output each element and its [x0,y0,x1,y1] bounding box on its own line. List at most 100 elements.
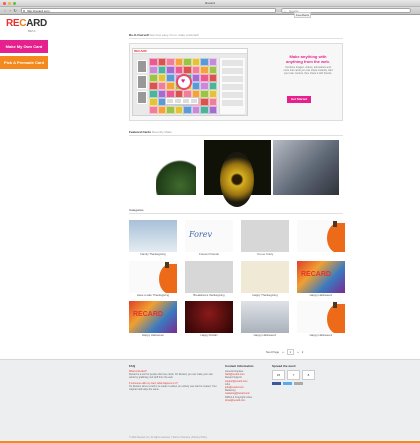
category-thumbnail[interactable]: RECARD [297,260,345,293]
share-buttons [272,382,322,385]
editor-side-panel [219,58,245,114]
category-art-text: RECARD [301,270,331,278]
categories-label: Categories [129,208,144,212]
category-thumbnail[interactable]: RECARD [129,301,177,333]
back-icon[interactable]: ‹ [3,9,7,13]
mosaic-tile [174,106,183,114]
facebook-share-button[interactable] [272,382,281,385]
divider [129,213,343,214]
mosaic-tile [166,74,175,82]
mosaic-tile [200,66,209,74]
share-column: Spread the word 15 7 8 [272,364,322,385]
feedback-button[interactable]: Feedback [294,12,311,18]
next-page-button[interactable]: » [297,350,299,354]
mosaic-tile [166,106,175,114]
facebook-count: 15 [272,370,285,380]
card-thumbnails [137,60,147,104]
editor-logo: RECARD [133,49,247,54]
mosaic-tile [191,66,200,74]
category-art-text: RECARD [133,311,163,318]
search-icon: ⌕ [284,9,286,13]
get-started-button[interactable]: Get Started [287,96,311,103]
category-card[interactable]: Happy Halloween! [297,301,345,338]
mosaic-tile [200,106,209,114]
category-card[interactable]: Happy Diwali! [185,301,233,338]
reload-icon[interactable]: ↻ [13,9,17,13]
featured-label: Featured Cards Recently Made [129,130,172,134]
pumpkin-image [159,261,177,293]
mosaic-tile [208,106,217,114]
category-thumbnail[interactable] [129,260,177,293]
category-card[interactable]: Forev Forever Friends [185,220,233,257]
featured-card-eye[interactable] [204,140,271,207]
beta-tag: BETA [28,29,36,33]
contact-column: Contact Information General Inquiries he… [225,364,275,402]
prev-page-button[interactable]: « [282,350,284,354]
faq-answer: On Recard, when a card is re-made or edi… [129,384,217,392]
category-card[interactable]: Family Thanksgiving [129,220,177,257]
hero-text: Combine images, videos, animations and m… [283,66,333,75]
current-page[interactable]: 1 [286,349,295,355]
category-thumbnail[interactable] [241,220,289,252]
mosaic-tile [149,82,158,90]
mosaic-tile [191,74,200,82]
category-thumbnail[interactable] [129,220,177,252]
featured-card-cat[interactable] [273,140,339,195]
category-thumbnail[interactable] [241,260,289,293]
mosaic-tile [157,74,166,82]
category-grid: Family Thanksgiving Forev Forever Friends Y… [129,220,345,338]
category-card[interactable]: Have a safe Thanksgiving [129,260,177,298]
category-thumbnail[interactable] [297,220,345,252]
window-title: Recard [205,1,215,5]
category-thumbnail[interactable] [185,260,233,293]
hero-banner: RECARD ♥ Make anything with anything fro… [129,43,343,121]
editor-toolbar [165,97,199,105]
forward-icon[interactable]: › [8,9,12,13]
make-my-own-card-button[interactable]: Make My Own Card [0,40,48,53]
recard-logo[interactable]: RECARD [6,18,47,29]
category-card[interactable]: Happy Thanksgiving [241,260,289,298]
divider [129,135,343,136]
mosaic-tile [191,82,200,90]
mosaic-tile [166,82,175,90]
pick-premade-card-button[interactable]: Pick A Premade Card [0,56,48,69]
featured-cards [134,140,339,207]
category-thumbnail[interactable]: Forev [185,220,233,252]
title-bar: Recard [0,0,420,7]
category-caption: Happy Halloween! [253,333,277,337]
category-thumbnail[interactable] [297,301,345,333]
category-card[interactable] [297,220,345,257]
category-card[interactable]: You so Crazy [241,220,289,257]
mosaic-tile [149,106,158,114]
mosaic-tile [166,66,175,74]
category-card[interactable]: Breakdance thanksgiving [185,260,233,298]
featured-card-leaf[interactable] [134,140,202,195]
mosaic-tile [149,98,158,106]
category-card[interactable]: RECARD Happy Halloween! [297,260,345,298]
mosaic-tile [174,58,183,66]
mosaic-tile [149,74,158,82]
category-thumbnail[interactable] [185,301,233,333]
site-icon [23,10,25,12]
category-thumbnail[interactable] [241,301,289,333]
address-bar[interactable]: http://recard.com [21,8,276,13]
mosaic-tile [149,90,158,98]
mosaic-tile [183,106,192,114]
mosaic-tile [200,82,209,90]
divider [129,38,343,39]
email-share-button[interactable] [294,382,303,385]
category-card[interactable]: RECARD Happy Halloween [129,301,177,338]
browser-toolbar: ‹ › ↻ http://recard.com ⌕ Google [0,7,420,15]
faq-answer: Recard is a tool for people who love car… [129,373,213,380]
contact-email[interactable]: dmca@recard.com [225,399,275,402]
faq-column: FAQ What is Recard? Recard is a tool for… [129,364,217,391]
category-card[interactable]: Happy Halloween! [241,301,289,338]
mosaic-tile [157,58,166,66]
last-page-button[interactable]: 2 [302,350,304,354]
mosaic-tile [200,74,209,82]
pagination: Next Page « 1 » 2 [266,349,303,355]
mosaic-tile [200,58,209,66]
twitter-share-button[interactable] [283,382,292,385]
hero-heading: Make anything with anything from the web… [286,54,330,64]
mosaic-tile [200,98,209,106]
